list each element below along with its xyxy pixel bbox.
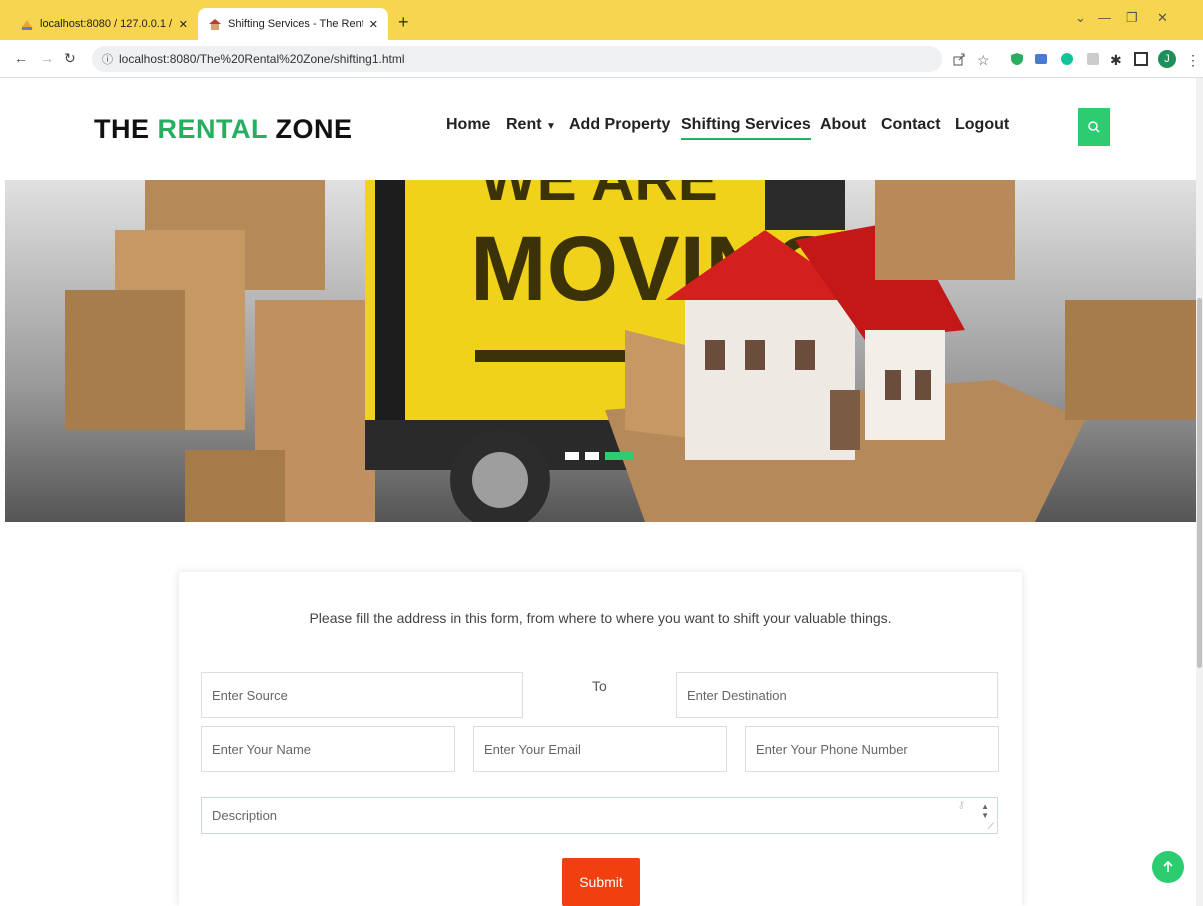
back-icon[interactable]: ← [14, 50, 28, 66]
shield-extension-icon[interactable] [1010, 52, 1024, 66]
carousel-dot-3[interactable] [605, 452, 633, 460]
url-text: localhost:8080/The%20Rental%20Zone/shift… [119, 52, 405, 66]
profile-avatar[interactable]: J [1158, 50, 1176, 68]
menu-icon[interactable]: ⋮ [1186, 52, 1200, 68]
tab-search-icon[interactable]: ⌄ [1075, 10, 1086, 26]
spinner-icon[interactable]: ▲ ▼ [981, 802, 989, 820]
star-icon[interactable]: ☆ [977, 52, 991, 68]
share-icon[interactable] [952, 52, 966, 66]
minimize-icon[interactable]: — [1098, 10, 1111, 25]
shifting-form: Please fill the address in this form, fr… [179, 572, 1022, 906]
phone-input[interactable]: Enter Your Phone Number [745, 726, 999, 772]
tab-title: Shifting Services - The Rental Zo [228, 18, 363, 30]
key-icon: ⚷ [957, 800, 965, 811]
nav-home[interactable]: Home [446, 116, 490, 134]
scrollbar-thumb[interactable] [1197, 298, 1202, 668]
nav-rent[interactable]: Rent ▼ [506, 116, 556, 134]
to-label: To [592, 678, 607, 694]
browser-toolbar: ← → ↻ ⓘ localhost:8080/The%20Rental%20Zo… [0, 40, 1203, 78]
extension-icon[interactable] [1086, 52, 1100, 66]
source-input[interactable]: Enter Source [201, 672, 523, 718]
carousel-dot-2[interactable] [585, 452, 599, 460]
name-input[interactable]: Enter Your Name [201, 726, 455, 772]
tab-title: localhost:8080 / 127.0.0.1 / renta [40, 18, 173, 30]
search-icon [1088, 121, 1100, 133]
site-logo[interactable]: THE RENTAL ZONE [94, 114, 353, 145]
restore-icon[interactable]: ❐ [1126, 10, 1138, 26]
translate-extension-icon[interactable] [1034, 52, 1048, 66]
resize-handle-icon[interactable]: ⟋ [988, 821, 994, 832]
caret-down-icon: ▼ [546, 121, 556, 132]
hero-sign-line1: WE ARE [480, 180, 718, 213]
grammarly-icon[interactable] [1060, 52, 1074, 66]
destination-input[interactable]: Enter Destination [676, 672, 998, 718]
nav-contact[interactable]: Contact [881, 116, 941, 134]
nav-logout[interactable]: Logout [955, 116, 1009, 134]
close-icon[interactable]: ✕ [179, 18, 188, 31]
info-icon[interactable]: ⓘ [102, 51, 113, 67]
scroll-to-top-button[interactable] [1152, 851, 1184, 883]
nav-shifting-services[interactable]: Shifting Services [681, 116, 811, 140]
close-icon[interactable]: ✕ [369, 18, 378, 31]
arrow-up-icon [1163, 860, 1173, 872]
address-bar[interactable]: ⓘ localhost:8080/The%20Rental%20Zone/shi… [92, 46, 942, 72]
page-scrollbar[interactable] [1196, 78, 1203, 906]
puzzle-icon[interactable]: ✱ [1110, 52, 1124, 68]
carousel-indicators [565, 452, 633, 460]
search-button[interactable] [1078, 108, 1110, 146]
hero-banner: WE ARE MOVING [5, 180, 1197, 522]
forward-icon[interactable]: → [40, 50, 54, 66]
moving-truck-house-image: WE ARE MOVING [5, 180, 1197, 522]
submit-button[interactable]: Submit [562, 858, 640, 906]
browser-tab-phpmyadmin[interactable]: localhost:8080 / 127.0.0.1 / renta ✕ [10, 8, 198, 40]
description-textarea[interactable]: Description ▲ ▼ ⚷ ⟋ [201, 797, 998, 834]
phpmyadmin-icon [20, 17, 34, 31]
close-window-icon[interactable]: ✕ [1157, 10, 1168, 26]
new-tab-button[interactable]: + [398, 12, 409, 33]
browser-tab-shifting[interactable]: Shifting Services - The Rental Zo ✕ [198, 8, 388, 40]
browser-tab-strip: localhost:8080 / 127.0.0.1 / renta ✕ Shi… [0, 0, 1203, 40]
sidepanel-icon[interactable] [1134, 52, 1148, 66]
form-intro-text: Please fill the address in this form, fr… [309, 610, 892, 626]
nav-add-property[interactable]: Add Property [569, 116, 670, 134]
carousel-dot-1[interactable] [565, 452, 579, 460]
email-input[interactable]: Enter Your Email [473, 726, 727, 772]
house-icon [208, 17, 222, 31]
nav-about[interactable]: About [820, 116, 866, 134]
reload-icon[interactable]: ↻ [64, 50, 76, 67]
site-header: THE RENTAL ZONE Home Rent ▼ Add Property… [0, 78, 1203, 180]
